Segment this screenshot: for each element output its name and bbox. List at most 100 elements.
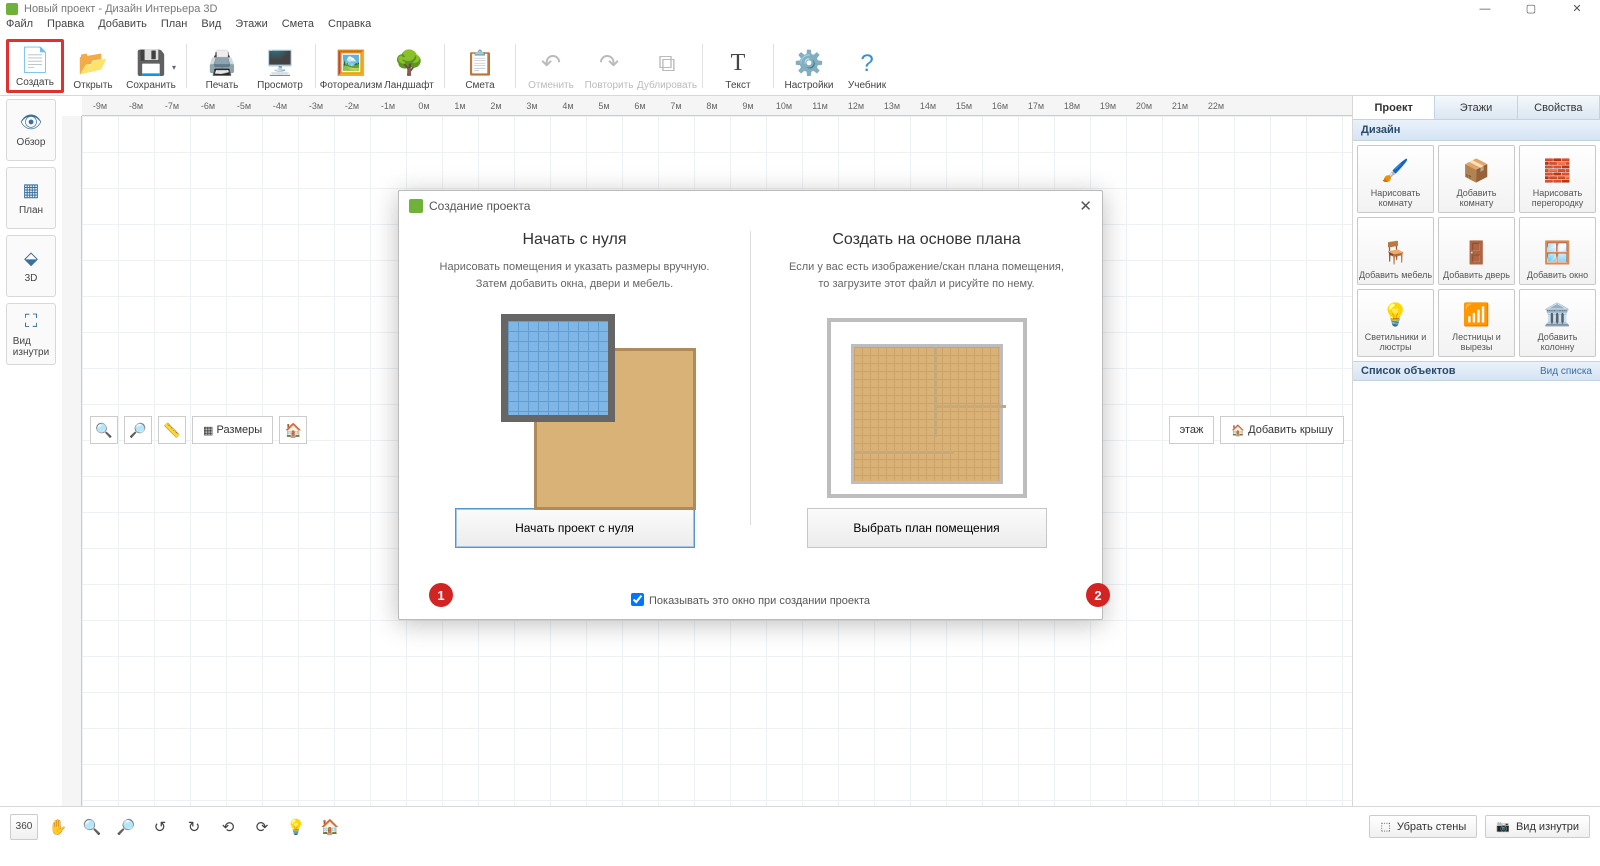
tab-properties[interactable]: Свойства — [1518, 96, 1600, 119]
choose-plan-button[interactable]: Выбрать план помещения — [807, 508, 1047, 548]
tutorial-button[interactable]: ?Учебник — [838, 39, 896, 93]
create-project-dialog: Создание проекта ✕ Начать с нуля Нарисов… — [398, 190, 1103, 620]
overview-view-button[interactable]: 👁Обзор — [6, 99, 56, 161]
list-view-link[interactable]: Вид списка — [1540, 366, 1592, 377]
maximize-button[interactable]: ▢ — [1508, 0, 1554, 18]
redo-icon: ↷ — [593, 48, 625, 80]
orbit-right-button[interactable]: ⟳ — [248, 814, 276, 840]
tree-icon: 🌳 — [393, 48, 425, 80]
camera-icon: ⛶ — [25, 311, 38, 332]
close-button[interactable]: ✕ — [1554, 0, 1600, 18]
menu-edit[interactable]: Правка — [47, 18, 84, 36]
open-button[interactable]: 📂Открыть — [64, 39, 122, 93]
draw-partition-button[interactable]: 🧱Нарисовать перегородку — [1519, 145, 1596, 213]
hide-walls-button[interactable]: ⬚Убрать стены — [1369, 815, 1477, 838]
zoom-out-bottom-button[interactable]: 🔍 — [78, 814, 106, 840]
zoom-in-icon: 🔎 — [117, 818, 136, 836]
start-from-scratch-button[interactable]: Начать проект с нуля — [455, 508, 695, 548]
preview-button[interactable]: 🖥️Просмотр — [251, 39, 309, 93]
menu-plan[interactable]: План — [161, 18, 188, 36]
add-column-button[interactable]: 🏛️Добавить колонну — [1519, 289, 1596, 357]
window-controls: — ▢ ✕ — [1462, 0, 1600, 18]
objects-list — [1353, 381, 1600, 806]
landscape-button[interactable]: 🌳Ландшафт — [380, 39, 438, 93]
chevron-down-icon[interactable]: ▾ — [172, 63, 176, 72]
separator — [186, 44, 187, 88]
add-door-button[interactable]: 🚪Добавить дверь — [1438, 217, 1515, 285]
home-bottom-button[interactable]: 🏠 — [316, 814, 344, 840]
tab-project[interactable]: Проект — [1353, 96, 1435, 119]
save-button[interactable]: 💾▾Сохранить — [122, 39, 180, 93]
photoreal-button[interactable]: 🖼️Фотореализм — [322, 39, 380, 93]
3d-view-button[interactable]: ⬙3D — [6, 235, 56, 297]
menu-file[interactable]: Файл — [6, 18, 33, 36]
duplicate-button[interactable]: ⧉Дублировать — [638, 39, 696, 93]
separator — [315, 44, 316, 88]
menu-add[interactable]: Добавить — [98, 18, 147, 36]
menu-help[interactable]: Справка — [328, 18, 371, 36]
estimate-button[interactable]: 📋Смета — [451, 39, 509, 93]
plan-view-button[interactable]: ▦План — [6, 167, 56, 229]
text-button[interactable]: TТекст — [709, 39, 767, 93]
inside-view-bottom-button[interactable]: 📷Вид изнутри — [1485, 815, 1590, 838]
add-window-button[interactable]: 🪟Добавить окно — [1519, 217, 1596, 285]
draw-room-button[interactable]: 🖌️Нарисовать комнату — [1357, 145, 1434, 213]
light-button[interactable]: 💡 — [282, 814, 310, 840]
orbit-left-button[interactable]: ⟲ — [214, 814, 242, 840]
inside-view-button[interactable]: ⛶Вид изнутри — [6, 303, 56, 365]
show-on-create-checkbox[interactable]: Показывать это окно при создании проекта — [631, 595, 870, 607]
scratch-description: Нарисовать помещения и указать размеры в… — [429, 259, 720, 292]
undo-button[interactable]: ↶Отменить — [522, 39, 580, 93]
create-button[interactable]: 📄Создать — [6, 39, 64, 93]
home-icon: 🏠 — [321, 818, 340, 836]
folder-open-icon: 📂 — [77, 48, 109, 80]
window-icon: 🪟 — [1544, 240, 1571, 266]
camera-icon: 📷 — [1496, 820, 1510, 833]
brush-icon: 🖌️ — [1382, 158, 1409, 184]
minimize-button[interactable]: — — [1462, 0, 1508, 18]
app-logo-icon — [6, 3, 18, 15]
add-roof-button[interactable]: 🏠 Добавить крышу — [1220, 416, 1344, 444]
rotate-right-button[interactable]: ↻ — [180, 814, 208, 840]
print-button[interactable]: 🖨️Печать — [193, 39, 251, 93]
from-plan-column: Создать на основе плана Если у вас есть … — [751, 221, 1102, 585]
cube-icon: ⬙ — [24, 248, 38, 269]
add-stairs-button[interactable]: 📶Лестницы и вырезы — [1438, 289, 1515, 357]
dialog-close-button[interactable]: ✕ — [1079, 197, 1092, 215]
add-room-button[interactable]: 📦Добавить комнату — [1438, 145, 1515, 213]
menu-estimate[interactable]: Смета — [282, 18, 314, 36]
redo-button[interactable]: ↷Повторить — [580, 39, 638, 93]
house-icon: 🏠 — [1231, 424, 1245, 437]
tab-floors[interactable]: Этажи — [1435, 96, 1517, 119]
dialog-titlebar: Создание проекта ✕ — [399, 191, 1102, 221]
360-button[interactable]: 360 — [10, 814, 38, 840]
lamp-icon: 💡 — [1382, 302, 1409, 328]
zoom-out-button[interactable]: 🔍 — [90, 416, 118, 444]
dialog-footer: Показывать это окно при создании проекта — [399, 585, 1102, 619]
ruler-tool-button[interactable]: 📏 — [158, 416, 186, 444]
image-icon: 🖼️ — [335, 48, 367, 80]
add-floor-button[interactable]: этаж — [1169, 416, 1215, 444]
zoom-in-icon: 🔎 — [129, 422, 146, 439]
rotate-left-button[interactable]: ↺ — [146, 814, 174, 840]
add-furniture-button[interactable]: 🪑Добавить мебель — [1357, 217, 1434, 285]
plan-heading: Создать на основе плана — [781, 231, 1072, 249]
zoom-in-bottom-button[interactable]: 🔎 — [112, 814, 140, 840]
dialog-title: Создание проекта — [429, 199, 530, 213]
add-lights-button[interactable]: 💡Светильники и люстры — [1357, 289, 1434, 357]
menu-floors[interactable]: Этажи — [235, 18, 267, 36]
settings-button[interactable]: ⚙️Настройки — [780, 39, 838, 93]
zoom-in-button[interactable]: 🔎 — [124, 416, 152, 444]
hand-icon: ✋ — [49, 818, 68, 836]
pan-button[interactable]: ✋ — [44, 814, 72, 840]
window-title: Новый проект - Дизайн Интерьера 3D — [24, 3, 217, 15]
text-icon: T — [722, 48, 754, 80]
dimensions-button[interactable]: ▦ Размеры — [192, 416, 273, 444]
home-button[interactable]: 🏠 — [279, 416, 307, 444]
annotation-badge-2: 2 — [1086, 583, 1110, 607]
bottom-toolbar: 360 ✋ 🔍 🔎 ↺ ↻ ⟲ ⟳ 💡 🏠 ⬚Убрать стены 📷Вид… — [0, 806, 1600, 846]
undo-icon: ↶ — [535, 48, 567, 80]
menu-view[interactable]: Вид — [201, 18, 221, 36]
design-tools-grid: 🖌️Нарисовать комнату 📦Добавить комнату 🧱… — [1353, 141, 1600, 361]
plan-description: Если у вас есть изображение/скан плана п… — [781, 259, 1072, 292]
